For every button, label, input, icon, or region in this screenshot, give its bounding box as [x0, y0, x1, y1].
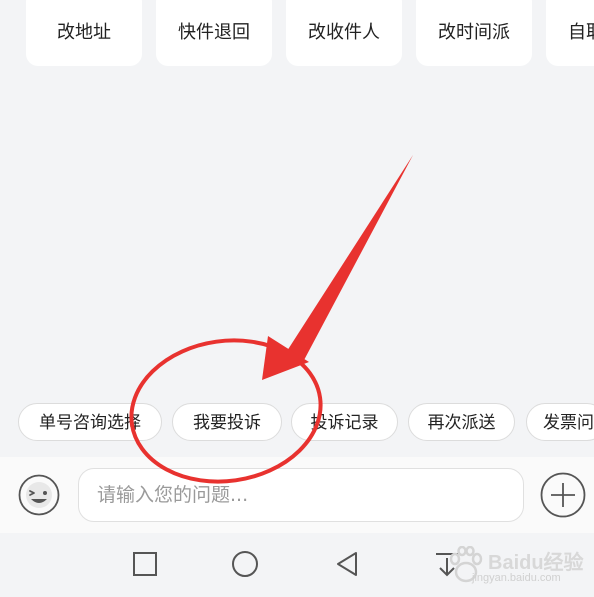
service-card-label: 改收件人 [308, 22, 380, 43]
more-options-button[interactable] [540, 472, 586, 518]
service-card-return-parcel[interactable]: 快件退回 [156, 0, 272, 66]
chip-file-complaint[interactable]: 我要投诉 [172, 403, 282, 441]
chip-invoice[interactable]: 发票问 [526, 403, 594, 441]
emoji-button[interactable] [18, 474, 60, 516]
home-button[interactable] [230, 549, 260, 579]
emoji-icon [18, 474, 60, 516]
service-card-label: 自取 [568, 22, 594, 43]
circle-icon [232, 551, 258, 577]
chip-complaint-history[interactable]: 投诉记录 [291, 403, 398, 441]
recent-apps-button[interactable] [130, 549, 160, 579]
square-icon [133, 552, 157, 576]
service-card-change-address[interactable]: 改地址 [26, 0, 142, 66]
service-card-self-pickup[interactable]: 自取 [546, 0, 594, 66]
annotation-arrow [262, 155, 413, 380]
back-button[interactable] [332, 549, 362, 579]
chat-screen: 改地址 快件退回 改收件人 改时间派 自取 单号咨询选择 我要投诉 投诉记录 再… [0, 0, 594, 597]
message-input[interactable]: 请输入您的问题... [78, 468, 524, 522]
quick-reply-row: 单号咨询选择 我要投诉 投诉记录 再次派送 发票问 [0, 403, 594, 443]
chip-tracking-inquiry[interactable]: 单号咨询选择 [18, 403, 162, 441]
service-card-label: 快件退回 [178, 22, 250, 43]
chip-redelivery[interactable]: 再次派送 [408, 403, 515, 441]
watermark-url: jingyan.baidu.com [472, 572, 561, 584]
triangle-back-icon [337, 552, 357, 576]
plus-icon [540, 472, 586, 518]
message-input-bar: 请输入您的问题... [0, 457, 594, 533]
service-card-change-recipient[interactable]: 改收件人 [286, 0, 402, 66]
service-card-label: 改地址 [57, 22, 111, 43]
service-card-change-delivery-time[interactable]: 改时间派 [416, 0, 532, 66]
watermark-brand: Baidu经验 [488, 552, 584, 574]
baidu-watermark: Baidu经验 jingyan.baidu.com [432, 546, 592, 594]
service-card-label: 改时间派 [438, 22, 510, 43]
